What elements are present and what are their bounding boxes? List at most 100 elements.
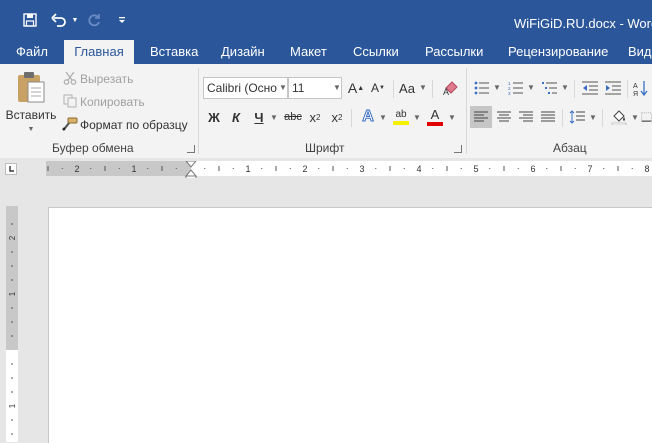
tab-mailings[interactable]: Рассылки: [425, 40, 483, 64]
subscript-button[interactable]: x2: [306, 106, 324, 128]
shrink-font-button[interactable]: A ▼: [369, 77, 387, 99]
chevron-down-icon: ▼: [561, 83, 569, 92]
multilevel-list-button[interactable]: [540, 77, 560, 99]
tab-references[interactable]: Ссылки: [353, 40, 399, 64]
strikethrough-button[interactable]: abc: [283, 106, 303, 128]
ruler-label: 6: [530, 164, 535, 174]
numbering-icon: 123: [508, 81, 523, 95]
underline-button[interactable]: Ч: [250, 106, 268, 128]
ribbon-tabs: Файл Главная Вставка Дизайн Макет Ссылки…: [0, 40, 652, 64]
shrink-font-icon: A: [371, 81, 380, 95]
divider: [602, 109, 603, 127]
highlight-color-swatch: [393, 121, 409, 125]
change-case-icon: Aa: [399, 80, 415, 96]
divider: [351, 109, 352, 127]
highlight-button[interactable]: ab: [391, 106, 411, 128]
copy-icon: [62, 93, 78, 109]
shading-button[interactable]: [609, 106, 629, 128]
copy-button[interactable]: Копировать: [80, 95, 145, 109]
save-icon: [23, 13, 37, 27]
clipboard-launcher-icon[interactable]: [187, 145, 195, 153]
align-center-button[interactable]: [494, 106, 514, 128]
justify-button[interactable]: [538, 106, 558, 128]
tab-view[interactable]: Вид: [628, 40, 652, 64]
horizontal-ruler[interactable]: 2 1 1 2 3 4 5 6 7 8: [46, 161, 652, 178]
chevron-down-icon: ▼: [448, 113, 456, 122]
paste-button[interactable]: Вставить ▼: [6, 68, 56, 136]
tab-home[interactable]: Главная: [64, 40, 134, 64]
group-divider: [198, 68, 199, 154]
tab-file[interactable]: Файл: [16, 40, 48, 64]
italic-label: К: [232, 109, 240, 125]
line-spacing-icon: [569, 110, 585, 124]
sort-icon: AЯ: [633, 81, 648, 96]
font-launcher-icon[interactable]: [454, 145, 462, 153]
line-spacing-button[interactable]: [567, 106, 587, 128]
svg-text:A: A: [633, 83, 638, 90]
tab-stop-icon: [9, 166, 14, 172]
superscript-mark: 2: [338, 112, 343, 122]
paragraph-group-label: Абзац: [553, 141, 587, 155]
tab-selector-button[interactable]: [5, 163, 17, 175]
chevron-down-icon: ▼: [631, 113, 639, 122]
redo-button[interactable]: [84, 8, 104, 32]
chevron-down-icon: ▼: [413, 113, 421, 122]
align-right-button[interactable]: [516, 106, 536, 128]
vertical-ruler[interactable]: 2 1 1: [6, 206, 18, 442]
bullets-icon: [474, 81, 489, 95]
ruler-label: 2: [8, 235, 17, 240]
grow-font-icon: A: [347, 80, 358, 96]
borders-button[interactable]: [641, 106, 652, 128]
underline-label: Ч: [254, 109, 264, 125]
save-button[interactable]: [18, 8, 42, 32]
undo-dropdown[interactable]: ▼: [70, 8, 80, 32]
ruler-label: 2: [302, 164, 307, 174]
align-right-icon: [519, 111, 533, 122]
clipboard-group-label: Буфер обмена: [52, 141, 134, 155]
numbering-button[interactable]: 123: [506, 77, 526, 99]
divider: [627, 80, 628, 98]
customize-qat-button[interactable]: [114, 8, 130, 32]
ruler-label: 1: [131, 164, 136, 174]
ruler-label: 1: [8, 403, 17, 408]
ruler-label: 5: [473, 164, 478, 174]
svg-text:3: 3: [508, 91, 511, 95]
font-name-select[interactable]: Calibri (Осно: [203, 77, 288, 99]
increase-indent-icon: [605, 81, 621, 95]
align-left-button[interactable]: [470, 106, 492, 128]
group-divider: [466, 68, 467, 154]
customize-icon: [119, 17, 125, 23]
tab-design[interactable]: Дизайн: [221, 40, 265, 64]
text-effects-button[interactable]: A: [358, 106, 378, 128]
document-page[interactable]: [48, 207, 652, 443]
clear-formatting-button[interactable]: A: [440, 77, 462, 99]
multilevel-list-icon: [542, 82, 557, 94]
increase-indent-button[interactable]: [603, 77, 623, 99]
strikethrough-label: abc: [284, 111, 302, 123]
cut-icon: [62, 70, 78, 86]
cut-button[interactable]: Вырезать: [80, 72, 133, 86]
italic-button[interactable]: К: [227, 106, 245, 128]
superscript-button[interactable]: x2: [328, 106, 346, 128]
tab-layout[interactable]: Макет: [290, 40, 327, 64]
format-painter-button[interactable]: Формат по образцу: [80, 118, 188, 132]
bullets-button[interactable]: [472, 77, 492, 99]
divider: [562, 109, 563, 127]
change-case-button[interactable]: Aa: [397, 77, 417, 99]
sort-button[interactable]: AЯ: [632, 77, 652, 99]
subscript-mark: 2: [316, 112, 321, 122]
font-group-label: Шрифт: [305, 141, 345, 155]
grow-font-button[interactable]: A ▲: [347, 77, 365, 99]
justify-icon: [541, 111, 555, 122]
font-color-button[interactable]: A: [425, 106, 445, 128]
window-title: WiFiGiD.RU.docx - Word (: [514, 16, 652, 31]
decrease-indent-button[interactable]: [580, 77, 600, 99]
bold-button[interactable]: Ж: [205, 106, 223, 128]
tab-insert[interactable]: Вставка: [150, 40, 198, 64]
ruler-label: 1: [245, 164, 250, 174]
undo-button[interactable]: [48, 8, 70, 32]
divider: [393, 80, 394, 98]
ruler-bar: 2 1 1 2 3 4 5 6 7 8: [0, 158, 652, 180]
svg-text:Я: Я: [633, 91, 638, 96]
tab-review[interactable]: Рецензирование: [508, 40, 608, 64]
